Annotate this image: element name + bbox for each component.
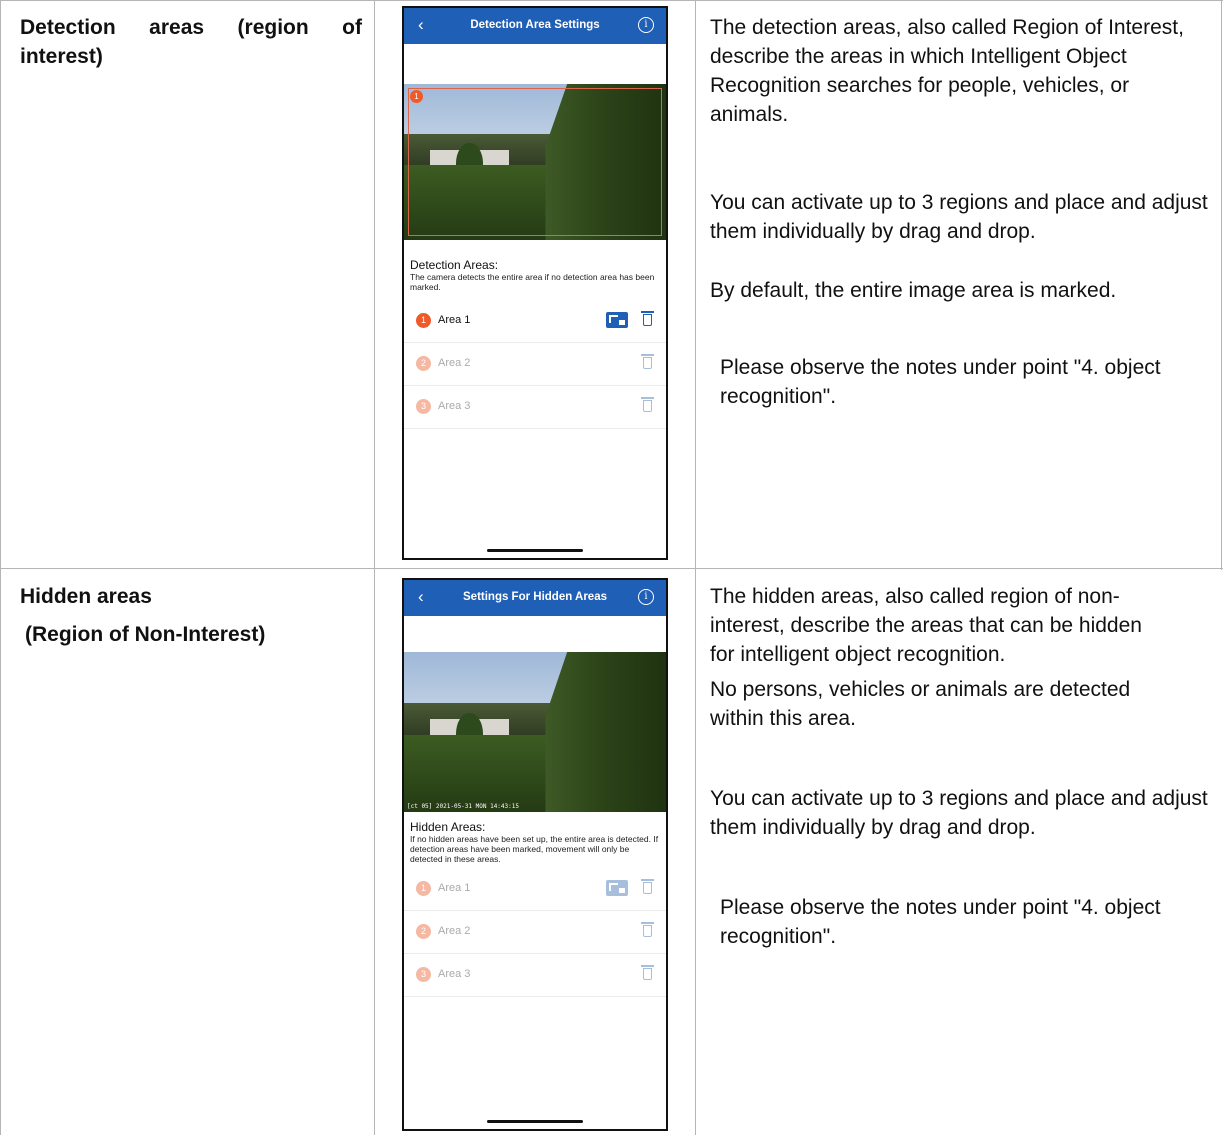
info-icon[interactable]: i	[638, 17, 654, 33]
detection-area-overlay[interactable]	[408, 88, 662, 236]
table-column-divider	[374, 0, 375, 1135]
section-heading: Detection Areas:	[410, 258, 499, 272]
description-paragraph: Please observe the notes under point "4.…	[720, 356, 1161, 408]
trash-icon[interactable]	[641, 965, 654, 980]
nav-bar: ‹ Detection Area Settings i	[404, 8, 666, 44]
trash-icon[interactable]	[641, 879, 654, 894]
row-title-line: Hidden areas	[20, 585, 152, 608]
row-title: Hidden areas (Region of Non-Interest)	[20, 582, 362, 649]
area-number-badge: 3	[416, 399, 431, 414]
description-paragraph: You can activate up to 3 regions and pla…	[710, 191, 1208, 243]
area-row[interactable]: 2 Area 2	[404, 343, 666, 386]
camera-preview[interactable]: 1	[404, 84, 666, 240]
nav-title: Detection Area Settings	[470, 19, 600, 31]
table-left-border	[0, 0, 1, 1135]
area-label: Area 2	[438, 925, 471, 937]
areas-header: Detection Areas: The camera detects the …	[404, 258, 666, 292]
trash-icon[interactable]	[641, 311, 654, 326]
expand-area-icon[interactable]	[606, 880, 628, 896]
table-column-divider	[695, 0, 696, 1135]
area-label: Area 3	[438, 968, 471, 980]
area-row[interactable]: 1 Area 1	[404, 300, 666, 343]
trash-icon[interactable]	[641, 354, 654, 369]
area-number-badge: 1	[416, 881, 431, 896]
nav-bar: ‹ Settings For Hidden Areas i	[404, 580, 666, 616]
home-indicator	[487, 1120, 583, 1123]
area-row[interactable]: 2 Area 2	[404, 911, 666, 954]
area-label: Area 2	[438, 357, 471, 369]
area-label: Area 1	[438, 882, 471, 894]
description-paragraph: No persons, vehicles or animals are dete…	[710, 678, 1131, 730]
area-number-badge: 1	[416, 313, 431, 328]
area-1-marker: 1	[410, 90, 423, 103]
camera-timestamp: [ct 05] 2021-05-31 MON 14:43:15	[407, 803, 519, 810]
row-title: Detection areas (region of interest)	[20, 13, 362, 71]
area-row[interactable]: 1 Area 1	[404, 868, 666, 911]
section-note: If no hidden areas have been set up, the…	[410, 834, 659, 864]
table-right-border	[1221, 0, 1222, 570]
trash-icon[interactable]	[641, 397, 654, 412]
areas-header: Hidden Areas: If no hidden areas have be…	[404, 820, 666, 864]
camera-preview[interactable]: [ct 05] 2021-05-31 MON 14:43:15	[404, 652, 666, 812]
row-title-line: (Region of Non-Interest)	[25, 623, 266, 646]
row-title-line: interest)	[20, 45, 103, 68]
table-top-border	[0, 0, 1223, 1]
area-row[interactable]: 3 Area 3	[404, 954, 666, 997]
table-row-divider	[0, 568, 1223, 569]
trash-icon[interactable]	[641, 922, 654, 937]
area-number-badge: 2	[416, 356, 431, 371]
description-paragraph: The detection areas, also called Region …	[710, 16, 1184, 126]
description-paragraph: You can activate up to 3 regions and pla…	[710, 787, 1208, 839]
phone-screenshot-detection: ‹ Detection Area Settings i 1 Detection …	[402, 6, 668, 560]
info-icon[interactable]: i	[638, 589, 654, 605]
row-title-line: Detection areas (region of	[20, 16, 362, 39]
row-description: The hidden areas, also called region of …	[710, 582, 1218, 951]
description-paragraph: Please observe the notes under point "4.…	[720, 896, 1161, 948]
phone-screenshot-hidden: ‹ Settings For Hidden Areas i [ct 05] 20…	[402, 578, 668, 1131]
expand-area-icon[interactable]	[606, 312, 628, 328]
area-row[interactable]: 3 Area 3	[404, 386, 666, 429]
home-indicator	[487, 549, 583, 552]
description-paragraph: The hidden areas, also called region of …	[710, 585, 1142, 666]
area-label: Area 1	[438, 314, 471, 326]
description-paragraph: By default, the entire image area is mar…	[710, 279, 1117, 302]
section-note: The camera detects the entire area if no…	[410, 272, 655, 292]
area-number-badge: 2	[416, 924, 431, 939]
area-label: Area 3	[438, 400, 471, 412]
section-heading: Hidden Areas:	[410, 820, 486, 834]
area-number-badge: 3	[416, 967, 431, 982]
nav-title: Settings For Hidden Areas	[463, 591, 607, 603]
row-description: The detection areas, also called Region …	[710, 13, 1218, 411]
